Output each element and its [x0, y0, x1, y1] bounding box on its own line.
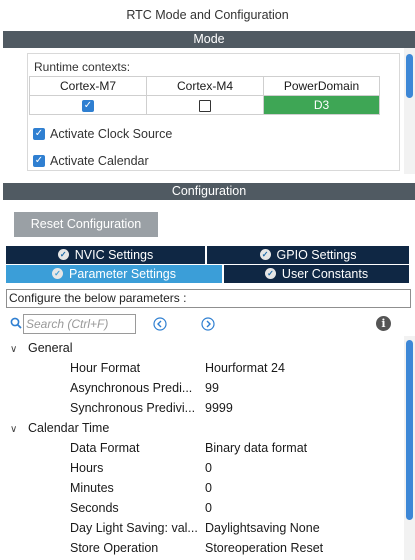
col-cortex-m4: Cortex-M4	[146, 76, 264, 96]
tab-nvic-settings[interactable]: ✓ NVIC Settings	[6, 246, 205, 264]
mode-section-header[interactable]: Mode	[3, 31, 415, 48]
configuration-section-header[interactable]: Configuration	[3, 183, 415, 200]
parameters-scrollbar[interactable]	[404, 336, 415, 560]
param-name: Minutes	[70, 481, 114, 495]
check-circle-icon: ✓	[264, 268, 276, 280]
param-name: Day Light Saving: val...	[70, 521, 198, 535]
activate-clock-source-checkbox[interactable]: ✓	[33, 127, 45, 140]
param-name: Hours	[70, 461, 104, 475]
param-value[interactable]: 0	[205, 458, 212, 478]
tab-user-constants[interactable]: ✓ User Constants	[224, 265, 409, 283]
param-value[interactable]: 0	[205, 498, 212, 518]
group-label: Calendar Time	[28, 421, 110, 435]
info-icon[interactable]: i	[376, 316, 391, 331]
param-value[interactable]: 9999	[205, 398, 233, 418]
param-value[interactable]: 99	[205, 378, 219, 398]
group-general[interactable]: ∨ General	[0, 338, 400, 358]
reset-configuration-button[interactable]: Reset Configuration	[14, 212, 158, 237]
tab-parameter-settings[interactable]: ✓ Parameter Settings	[6, 265, 222, 283]
param-name: Seconds	[70, 501, 119, 515]
param-name: Synchronous Predivi...	[70, 401, 196, 415]
parameters-scroll-thumb[interactable]	[406, 340, 413, 520]
activate-clock-source-label: Activate Clock Source	[50, 127, 173, 141]
param-value[interactable]: Binary data format	[205, 438, 307, 458]
chevron-down-icon[interactable]: ∨	[0, 340, 18, 360]
tab-label: GPIO Settings	[276, 248, 357, 262]
cortex-m7-checkbox[interactable]: ✓	[82, 99, 94, 112]
group-calendar-time[interactable]: ∨ Calendar Time	[0, 418, 400, 438]
param-name: Data Format	[70, 441, 140, 455]
param-name: Asynchronous Predi...	[70, 381, 193, 395]
tab-label: User Constants	[281, 267, 369, 281]
tab-gpio-settings[interactable]: ✓ GPIO Settings	[207, 246, 409, 264]
activate-calendar-checkbox[interactable]: ✓	[33, 154, 45, 167]
mode-scroll-thumb[interactable]	[406, 54, 413, 98]
cortex-m4-cell	[146, 95, 264, 115]
activate-clock-source-option[interactable]: ✓ Activate Clock Source	[33, 127, 172, 141]
check-circle-icon: ✓	[259, 249, 271, 261]
parameters-description: Configure the below parameters :	[6, 289, 411, 308]
check-circle-icon: ✓	[57, 249, 69, 261]
search-icon[interactable]	[10, 317, 22, 329]
power-domain-value[interactable]: D3	[263, 95, 380, 115]
param-value[interactable]: Daylightsaving None	[205, 518, 320, 538]
runtime-contexts-label: Runtime contexts:	[34, 60, 131, 74]
chevron-down-icon[interactable]: ∨	[0, 420, 18, 440]
cortex-m4-checkbox[interactable]	[199, 99, 211, 112]
group-label: General	[28, 341, 73, 355]
window-title: RTC Mode and Configuration	[126, 8, 289, 22]
col-cortex-m7: Cortex-M7	[29, 76, 147, 96]
tab-label: NVIC Settings	[74, 248, 154, 262]
param-name: Hour Format	[70, 361, 141, 375]
param-value[interactable]: Hourformat 24	[205, 358, 285, 378]
search-previous-icon[interactable]	[153, 317, 167, 331]
param-value[interactable]: 0	[205, 478, 212, 498]
activate-calendar-label: Activate Calendar	[50, 154, 149, 168]
param-name: Store Operation	[70, 541, 159, 555]
cortex-m7-cell: ✓	[29, 95, 147, 115]
search-input[interactable]: Search (Ctrl+F)	[23, 314, 136, 334]
activate-calendar-option[interactable]: ✓ Activate Calendar	[33, 154, 149, 168]
runtime-contexts-table: Cortex-M7 Cortex-M4 PowerDomain ✓ D3	[29, 76, 380, 115]
col-power-domain: PowerDomain	[263, 76, 380, 96]
check-circle-icon: ✓	[52, 268, 63, 280]
tab-label: Parameter Settings	[69, 267, 176, 281]
search-next-icon[interactable]	[201, 317, 215, 331]
param-value[interactable]: Storeoperation Reset	[205, 538, 323, 558]
mode-scrollbar[interactable]	[404, 48, 415, 174]
